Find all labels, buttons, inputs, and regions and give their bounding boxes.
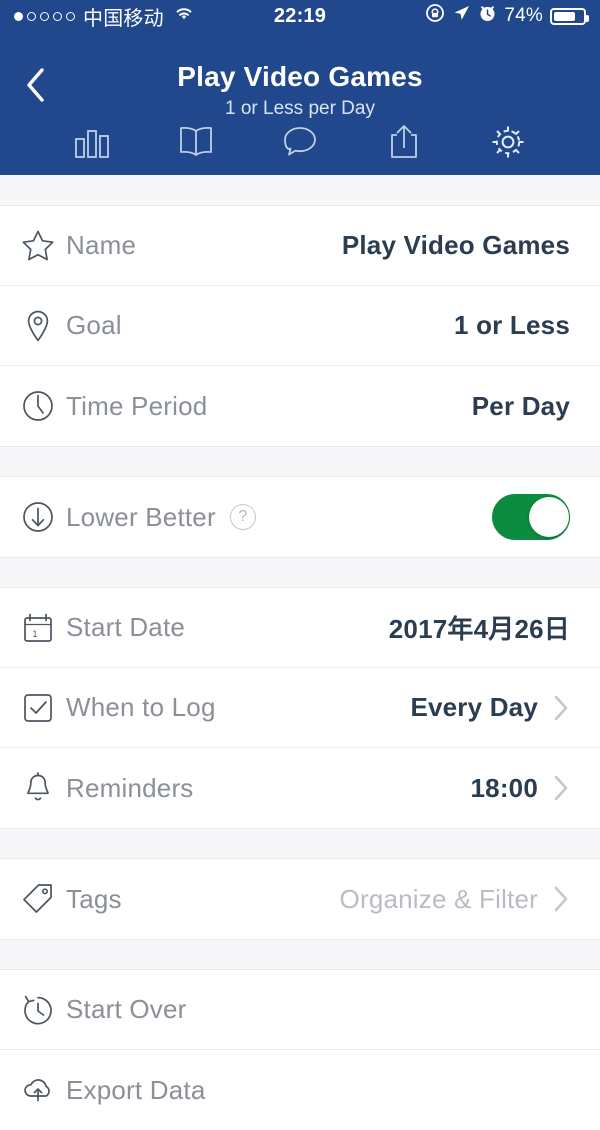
bar-chart-icon [75,130,109,158]
lower-better-toggle[interactable] [492,494,570,540]
star-icon [20,228,66,264]
settings-group-3: 1 Start Date 2017年4月26日 When to Log Ever… [0,588,600,828]
row-label: Goal [66,310,122,340]
row-label: Tags [66,883,122,914]
row-value: 18:00 [470,772,538,803]
row-value: Play Video Games [341,230,570,260]
row-label: Start Date [66,612,186,642]
row-value: Organize & Filter [339,883,538,914]
arrow-down-circle-icon [20,499,66,535]
row-value: 2017年4月26日 [388,614,570,644]
row-label: Start Over [66,994,187,1024]
row-label: Reminders [66,772,194,803]
row-lower-better[interactable]: Lower Better ? [0,477,600,557]
row-start-date[interactable]: 1 Start Date 2017年4月26日 [0,588,600,668]
tab-journal[interactable] [144,115,248,169]
nav-tabbar [0,115,600,175]
section-gap [0,939,600,970]
row-value: Per Day [471,390,570,421]
row-time-period[interactable]: Time Period Per Day [0,366,600,446]
tab-chart[interactable] [40,115,144,169]
row-when-to-log[interactable]: When to Log Every Day [0,668,600,748]
chevron-right-icon [552,884,570,914]
checkbox-icon [20,690,66,726]
row-start-over[interactable]: Start Over [0,970,600,1050]
nav-title-block: Play Video Games 1 or Less per Day [0,32,600,120]
page-title: Play Video Games [177,61,423,92]
history-clock-icon [20,992,66,1028]
tab-notes[interactable] [248,115,352,169]
section-gap [0,828,600,859]
tag-icon [20,881,66,917]
row-label: Name [66,230,137,260]
gear-icon [492,126,524,158]
row-goal[interactable]: Goal 1 or Less [0,286,600,366]
chevron-left-icon [27,68,44,102]
settings-group-2: Lower Better ? [0,477,600,557]
settings-group-1: Name Play Video Games Goal 1 or Less Tim… [0,206,600,446]
calendar-icon: 1 [20,610,66,646]
status-bar: 中国移动 22:19 74% [0,0,600,32]
cloud-upload-icon [20,1072,66,1108]
row-value: 1 or Less [454,310,570,340]
row-tags[interactable]: Tags Organize & Filter [0,859,600,939]
row-label: Time Period [66,390,208,421]
speech-bubble-icon [284,127,316,156]
open-book-icon [180,126,212,156]
chevron-right-icon [552,773,570,803]
tab-share[interactable] [352,115,456,169]
section-gap [0,175,600,206]
row-export-data[interactable]: Export Data [0,1050,600,1130]
settings-group-5: Start Over Export Data [0,970,600,1130]
section-gap [0,557,600,588]
map-pin-icon [20,308,66,344]
app-screen: 中国移动 22:19 74% Play Video Games 1 or Les… [0,0,600,1130]
chevron-right-icon [552,693,570,723]
row-reminders[interactable]: Reminders 18:00 [0,748,600,828]
row-value: Every Day [410,692,538,722]
row-name[interactable]: Name Play Video Games [0,206,600,286]
row-label: When to Log [66,692,216,722]
settings-group-4: Tags Organize & Filter [0,859,600,939]
nav-header: Play Video Games 1 or Less per Day [0,32,600,175]
tab-settings[interactable] [456,115,560,169]
battery-icon [550,7,589,25]
settings-list: Name Play Video Games Goal 1 or Less Tim… [0,175,600,1130]
svg-text:1: 1 [33,629,38,639]
section-gap [0,446,600,477]
help-icon[interactable]: ? [229,504,256,530]
back-button[interactable] [18,68,52,102]
status-bar-clock: 22:19 [273,4,327,27]
row-label: Lower Better [66,501,216,532]
clock-icon [20,388,66,424]
row-label: Export Data [66,1074,206,1105]
bell-icon [20,770,66,806]
share-upload-icon [391,125,417,158]
